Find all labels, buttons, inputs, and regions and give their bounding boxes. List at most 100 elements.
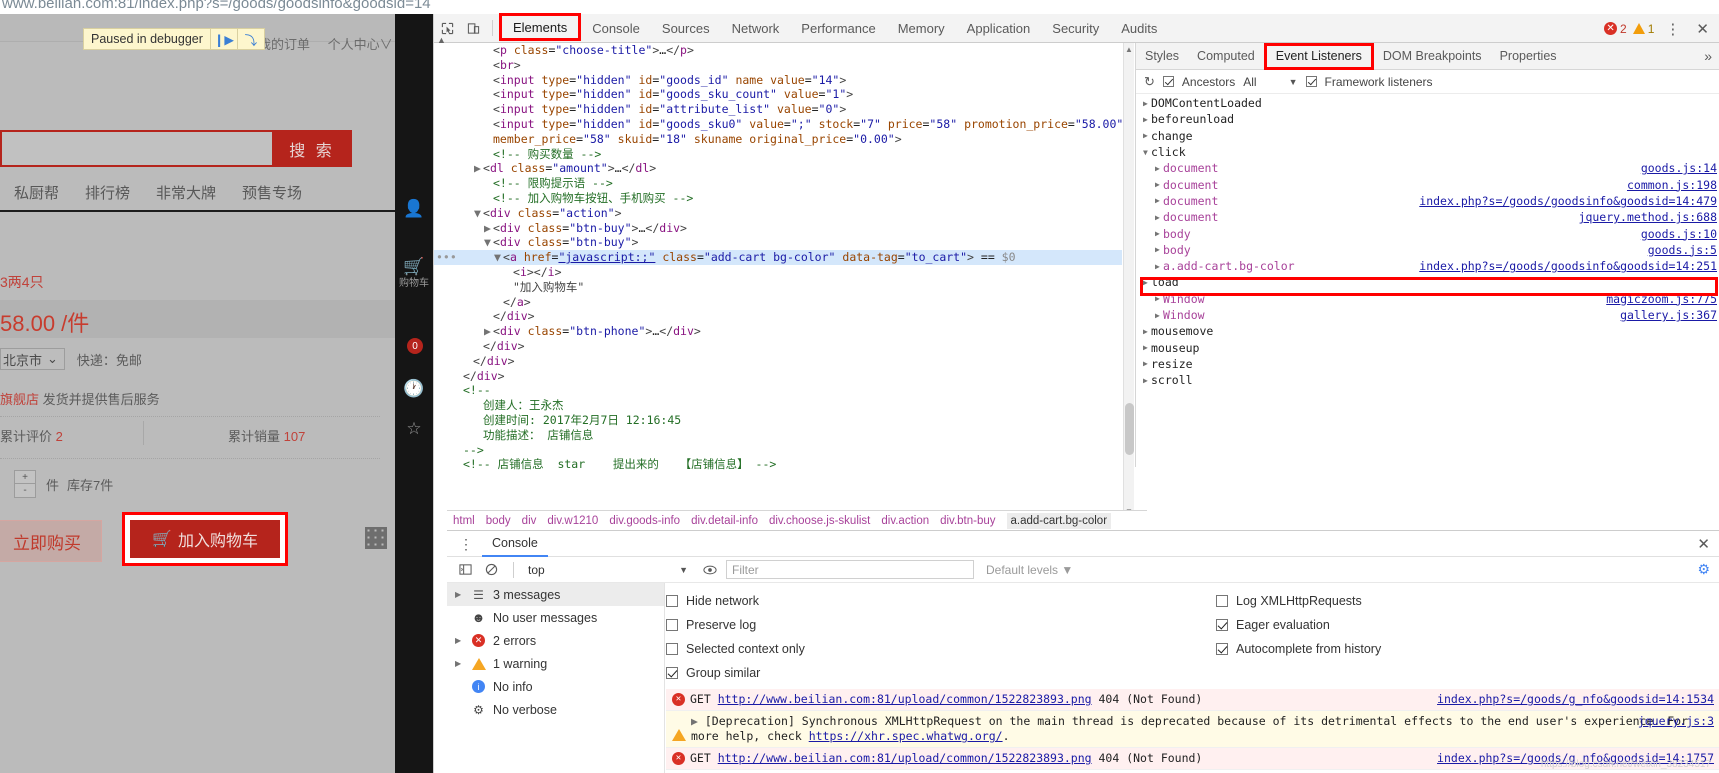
all-label[interactable]: All xyxy=(1243,75,1256,89)
disclosure-triangle-icon[interactable]: ▶ xyxy=(1152,245,1163,254)
console-sidebar-item[interactable]: ▶ ☰ 3 messages xyxy=(447,583,664,606)
dom-node[interactable]: </a> xyxy=(434,295,1122,310)
disclosure-triangle-icon[interactable]: ▶ xyxy=(455,636,464,645)
console-setting-row[interactable]: Selected context only xyxy=(666,637,916,661)
breadcrumb-item[interactable]: a.add-cart.bg-color xyxy=(1006,512,1112,529)
drawer-tab-console[interactable]: Console xyxy=(482,531,548,557)
breadcrumb-item[interactable]: div.btn-buy xyxy=(940,515,995,527)
console-setting-checkbox[interactable] xyxy=(666,619,678,631)
dom-node-selected[interactable]: ••• ▼ <a href="javascript:;" class="add-ca… xyxy=(434,250,1122,265)
tab-application[interactable]: Application xyxy=(956,14,1042,43)
event-listeners-list[interactable]: ▶ DOMContentLoaded ▶ beforeunload ▶ change ▼ cl… xyxy=(1136,95,1719,467)
dom-node[interactable]: 创建人：王永杰 xyxy=(434,398,1122,413)
console-sidebar-item[interactable]: ▶ 1 warning xyxy=(447,652,664,675)
console-levels-select[interactable]: Default levels ▼ xyxy=(986,563,1073,577)
listener-source-link[interactable]: index.php?s=/goods/goodsinfo&goodsid=14:… xyxy=(1419,194,1717,208)
tab-console[interactable]: Console xyxy=(581,14,651,43)
console-message-warning[interactable]: ▶ [Deprecation] Synchronous XMLHttpReque… xyxy=(666,711,1719,748)
listener-source-link[interactable]: goods.js:5 xyxy=(1648,243,1717,257)
breadcrumb-item[interactable]: div.w1210 xyxy=(547,515,598,527)
event-listener-group[interactable]: ▶ resize xyxy=(1136,356,1719,372)
dom-node[interactable]: <!-- 店铺信息 star 提出来的 【店铺信息】 --> xyxy=(434,457,1122,472)
tab-dom-breakpoints[interactable]: DOM Breakpoints xyxy=(1374,43,1491,70)
tab-elements[interactable]: Elements xyxy=(499,13,582,41)
more-vertical-icon[interactable]: ⋮ xyxy=(447,537,482,551)
live-expression-icon[interactable] xyxy=(700,564,720,576)
console-setting-row[interactable]: Eager evaluation xyxy=(1216,613,1466,637)
console-filter-input[interactable]: Filter xyxy=(726,560,974,579)
breadcrumb-item[interactable]: div.goods-info xyxy=(609,515,680,527)
disclosure-triangle-icon[interactable]: ▶ xyxy=(455,659,464,668)
console-setting-checkbox[interactable] xyxy=(1216,643,1228,655)
breadcrumb-item[interactable]: div.choose.js-skulist xyxy=(769,515,870,527)
disclosure-triangle-icon[interactable]: ▶ xyxy=(1152,229,1163,238)
disclosure-triangle-icon[interactable]: ▶ xyxy=(484,221,493,236)
event-listener-entry[interactable]: ▶ Window gallery.js:367 xyxy=(1136,307,1719,323)
console-sidebar-item[interactable]: ☻ No user messages xyxy=(447,606,664,629)
console-sidebar-item[interactable]: ▶ ✕ 2 errors xyxy=(447,629,664,652)
tab-memory[interactable]: Memory xyxy=(887,14,956,43)
console-setting-checkbox[interactable] xyxy=(1216,619,1228,631)
dom-node[interactable]: <!-- 加入购物车按钮、手机购买 --> xyxy=(434,191,1122,206)
event-listener-entry[interactable]: ▶ Window magiczoom.js:775 xyxy=(1136,291,1719,307)
event-listener-group[interactable]: ▶ mousemove xyxy=(1136,323,1719,339)
refresh-icon[interactable]: ↻ xyxy=(1144,74,1155,90)
buy-now-button[interactable]: 立即购买 xyxy=(0,520,102,562)
error-count-indicator[interactable]: ✕ 2 xyxy=(1604,22,1627,36)
nav-my-orders[interactable]: 我的订单 xyxy=(258,37,310,52)
close-icon[interactable]: ✕ xyxy=(1687,535,1719,553)
event-listener-entry[interactable]: ▶ a.add-cart.bg-color index.php?s=/goods/g… xyxy=(1136,258,1719,274)
breadcrumb-item[interactable]: div.action xyxy=(881,515,929,527)
dom-node[interactable]: <!-- 限购提示语 --> xyxy=(434,176,1122,191)
disclosure-triangle-icon[interactable]: ▶ xyxy=(474,161,483,176)
search-button[interactable]: 搜 索 xyxy=(272,130,352,167)
listener-source-link[interactable]: magiczoom.js:775 xyxy=(1606,292,1717,306)
disclosure-triangle-icon[interactable]: ▶ xyxy=(484,324,493,339)
disclosure-triangle-icon[interactable]: ▶ xyxy=(1140,376,1151,385)
console-sidebar-item[interactable]: i No info xyxy=(447,675,664,698)
cat-feichangdapai[interactable]: 非常大牌 xyxy=(156,182,216,203)
event-listener-entry[interactable]: ▶ document index.php?s=/goods/goodsinfo&go… xyxy=(1136,193,1719,209)
tab-computed[interactable]: Computed xyxy=(1188,43,1264,70)
disclosure-triangle-icon[interactable]: ▶ xyxy=(1140,278,1151,287)
dom-node[interactable]: --> xyxy=(434,443,1122,458)
listener-source-link[interactable]: index.php?s=/goods/goodsinfo&goodsid=14:… xyxy=(1419,259,1717,273)
warning-count-indicator[interactable]: 1 xyxy=(1632,22,1654,36)
tab-security[interactable]: Security xyxy=(1041,14,1110,43)
person-icon[interactable]: 👤 xyxy=(395,199,433,219)
cat-paihangbang[interactable]: 排行榜 xyxy=(85,182,130,203)
site-top-nav[interactable]: 我的订单 个人中心∨ 我的收 xyxy=(258,34,395,53)
disclosure-triangle-icon[interactable]: ▶ xyxy=(455,590,464,599)
dom-node[interactable]: ▼ <div class="action"> xyxy=(434,206,1122,221)
console-sidebar-icon[interactable] xyxy=(455,563,475,576)
dom-node[interactable]: <input type="hidden" id="goods_sku0" val… xyxy=(434,117,1123,132)
event-listener-group[interactable]: ▶ beforeunload xyxy=(1136,111,1719,127)
tab-styles[interactable]: Styles xyxy=(1136,43,1188,70)
dom-node[interactable]: <i></i> xyxy=(434,265,1122,280)
dom-node[interactable]: 创建时间: 2017年2月7日 12:16:45 xyxy=(434,413,1122,428)
console-link[interactable]: http://www.beilian.com:81/upload/common/… xyxy=(718,751,1092,765)
console-prompt[interactable]: > xyxy=(666,769,679,773)
device-toolbar-icon[interactable] xyxy=(460,15,486,41)
console-message-error[interactable]: ✕ GET http://www.beilian.com:81/upload/co… xyxy=(666,689,1719,711)
more-vertical-icon[interactable]: ⋮ xyxy=(1660,20,1685,38)
step-over-icon[interactable]: ⤵ xyxy=(238,28,264,50)
tab-sources[interactable]: Sources xyxy=(651,14,721,43)
listener-source-link[interactable]: goods.js:14 xyxy=(1641,161,1717,175)
console-message-source[interactable]: index.php?s=/goods/g_nfo&goodsid=14:1534 xyxy=(1437,692,1714,707)
disclosure-triangle-icon[interactable]: ▼ xyxy=(474,206,483,221)
event-listener-entry[interactable]: ▶ document jquery.method.js:688 xyxy=(1136,209,1719,225)
disclosure-triangle-icon[interactable]: ▶ xyxy=(1152,213,1163,222)
console-setting-checkbox[interactable] xyxy=(666,595,678,607)
breadcrumb-item[interactable]: body xyxy=(486,515,511,527)
disclosure-triangle-icon[interactable]: ▼ xyxy=(494,250,503,265)
disclosure-triangle-icon[interactable]: ▶ xyxy=(1140,327,1151,336)
console-setting-row[interactable]: Autocomplete from history xyxy=(1216,637,1466,661)
event-listener-group[interactable]: ▶ change xyxy=(1136,128,1719,144)
settings-gear-icon[interactable]: ⚙ xyxy=(1697,561,1719,578)
star-icon[interactable]: ☆ xyxy=(395,419,433,439)
add-to-cart-button[interactable]: 🛒 加入购物车 xyxy=(130,520,280,558)
tab-performance[interactable]: Performance xyxy=(790,14,886,43)
event-listener-group[interactable]: ▶ DOMContentLoaded xyxy=(1136,95,1719,111)
tab-network[interactable]: Network xyxy=(721,14,791,43)
